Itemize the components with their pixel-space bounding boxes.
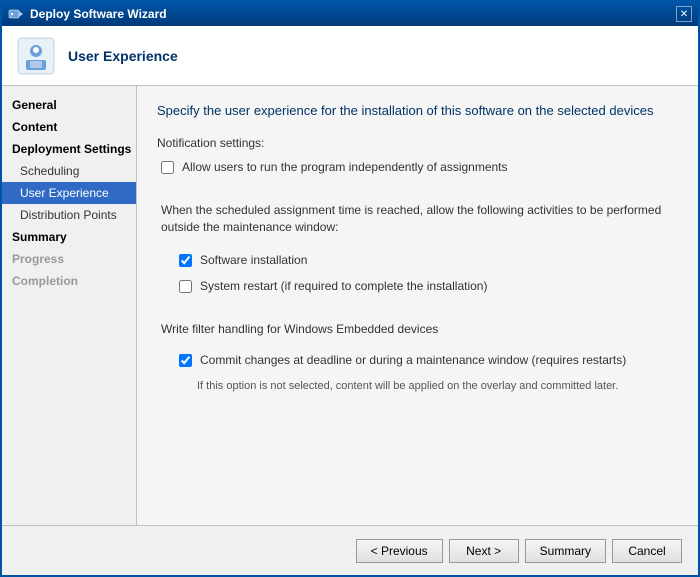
sidebar-item-deployment-settings[interactable]: Deployment Settings [2,138,136,160]
schedule-info: When the scheduled assignment time is re… [157,202,678,236]
sidebar: General Content Deployment Settings Sche… [2,86,137,525]
sidebar-item-completion: Completion [2,270,136,292]
content-area: General Content Deployment Settings Sche… [2,86,698,525]
cancel-button[interactable]: Cancel [612,539,682,563]
wizard-header-title: User Experience [68,48,178,64]
sidebar-item-content[interactable]: Content [2,116,136,138]
checkbox4-input[interactable] [179,354,192,367]
checkbox1-input[interactable] [161,161,174,174]
checkbox3-input[interactable] [179,280,192,293]
sidebar-item-general[interactable]: General [2,94,136,116]
window-title: Deploy Software Wizard [30,7,167,21]
checkbox1-row: Allow users to run the program independe… [157,160,678,176]
wizard-header: User Experience [2,26,698,86]
notification-label: Notification settings: [157,136,678,150]
main-panel: Specify the user experience for the inst… [137,86,698,525]
write-filter-label: Write filter handling for Windows Embedd… [157,321,678,338]
header-icon [16,36,56,76]
checkbox4-label[interactable]: Commit changes at deadline or during a m… [200,353,626,369]
checkbox1-label[interactable]: Allow users to run the program independe… [182,160,508,176]
sidebar-item-summary[interactable]: Summary [2,226,136,248]
checkbox3-label[interactable]: System restart (if required to complete … [200,279,487,295]
title-bar-left: Deploy Software Wizard [8,6,167,22]
sidebar-item-distribution-points[interactable]: Distribution Points [2,204,136,226]
checkbox4-row: Commit changes at deadline or during a m… [157,353,678,369]
checkbox2-label[interactable]: Software installation [200,253,307,269]
section-title: Specify the user experience for the inst… [157,102,678,120]
sidebar-item-progress: Progress [2,248,136,270]
summary-button[interactable]: Summary [525,539,606,563]
sidebar-item-scheduling[interactable]: Scheduling [2,160,136,182]
note-text: If this option is not selected, content … [157,379,678,394]
previous-button[interactable]: < Previous [356,539,443,563]
checkbox3-row: System restart (if required to complete … [157,279,678,295]
close-button[interactable]: ✕ [676,6,692,22]
sidebar-item-user-experience[interactable]: User Experience [2,182,136,204]
next-button[interactable]: Next > [449,539,519,563]
title-bar: Deploy Software Wizard ✕ [2,2,698,26]
wizard-window: Deploy Software Wizard ✕ User Experience… [0,0,700,577]
wizard-footer: < Previous Next > Summary Cancel [2,525,698,575]
checkbox2-row: Software installation [157,253,678,269]
deploy-icon [8,6,24,22]
checkbox2-input[interactable] [179,254,192,267]
